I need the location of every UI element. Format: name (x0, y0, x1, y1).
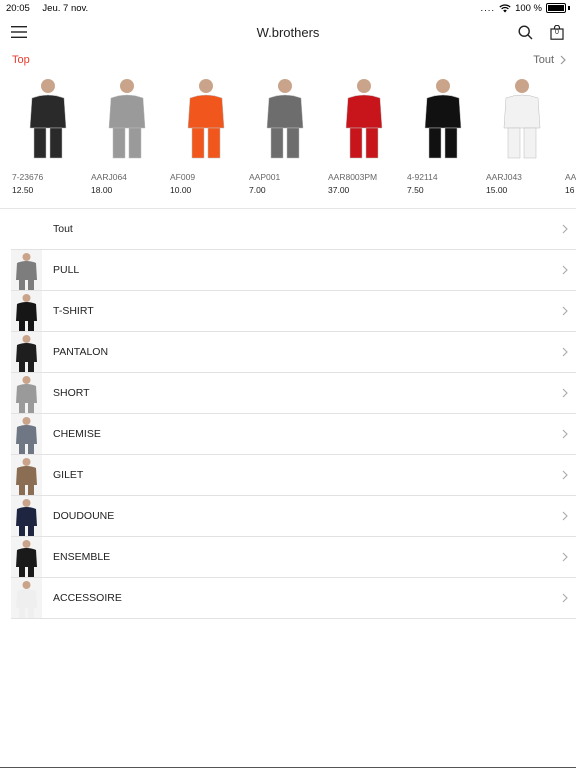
product-image (565, 72, 576, 166)
product-card[interactable]: AARJ043 15.00 (486, 72, 559, 195)
product-image (486, 72, 557, 166)
category-row[interactable]: SHORT (11, 373, 576, 414)
product-image (328, 72, 399, 166)
category-thumbnail (11, 414, 42, 454)
product-image (249, 72, 320, 166)
top-see-all-link[interactable]: Tout (533, 54, 566, 66)
product-price: 16 (565, 185, 575, 195)
cart-count: 0 (555, 29, 559, 36)
category-label: GILET (53, 469, 84, 481)
chevron-right-icon (562, 593, 568, 603)
category-label: SHORT (53, 387, 90, 399)
category-thumbnail (11, 332, 42, 372)
product-image (407, 72, 478, 166)
top-section-label: Top (12, 54, 30, 66)
product-code: AAP001 (249, 172, 281, 182)
battery-icon (546, 3, 566, 13)
product-code: AAR8003PM (328, 172, 378, 182)
signal-dots-icon: .... (480, 2, 496, 14)
category-thumbnail (11, 537, 42, 577)
status-bar: 20:05 Jeu. 7 nov. .... 100 % (0, 0, 576, 16)
product-price: 15.00 (486, 185, 508, 195)
product-card[interactable]: AA 16 (565, 72, 576, 195)
category-thumbnail (11, 250, 42, 290)
product-image (91, 72, 162, 166)
category-thumbnail (11, 496, 42, 536)
category-thumbnail (11, 291, 42, 331)
category-row[interactable]: T-SHIRT (11, 291, 576, 332)
product-price: 37.00 (328, 185, 350, 195)
chevron-right-icon (562, 552, 568, 562)
top-products-carousel[interactable]: 7-23676 12.50 AARJ064 18.00 AF009 10.00 AAP001… (0, 72, 576, 198)
category-label: ENSEMBLE (53, 551, 111, 563)
category-label: PULL (53, 264, 80, 276)
product-code: AARJ043 (486, 172, 522, 182)
product-code: AARJ064 (91, 172, 127, 182)
category-row[interactable]: DOUDOUNE (11, 496, 576, 537)
product-code: AA (565, 172, 576, 182)
status-right: .... 100 % (480, 2, 570, 14)
chevron-right-icon (562, 265, 568, 275)
category-label: PANTALON (53, 346, 109, 358)
product-card[interactable]: AAP001 7.00 (249, 72, 322, 195)
category-row[interactable]: Tout (11, 209, 576, 250)
category-row[interactable]: GILET (11, 455, 576, 496)
product-price: 12.50 (12, 185, 34, 195)
category-label: T-SHIRT (53, 305, 94, 317)
nav-actions: 0 (516, 23, 566, 41)
category-thumbnail (11, 373, 42, 413)
hamburger-icon[interactable] (10, 23, 28, 41)
chevron-right-icon (562, 388, 568, 398)
chevron-right-icon (562, 470, 568, 480)
chevron-right-icon (562, 224, 568, 234)
chevron-right-icon (562, 347, 568, 357)
product-card[interactable]: AAR8003PM 37.00 (328, 72, 401, 195)
chevron-right-icon (562, 429, 568, 439)
category-label: Tout (53, 223, 73, 235)
wifi-icon (499, 3, 511, 12)
product-price: 10.00 (170, 185, 192, 195)
nav-bar: W.brothers 0 (0, 16, 576, 48)
shopping-bag-icon[interactable]: 0 (548, 23, 566, 41)
category-row[interactable]: PULL (11, 250, 576, 291)
product-image (170, 72, 241, 166)
category-row[interactable]: ACCESSOIRE (11, 578, 576, 619)
product-card[interactable]: AF009 10.00 (170, 72, 243, 195)
category-row[interactable]: CHEMISE (11, 414, 576, 455)
product-code: 4-92114 (407, 172, 438, 182)
battery-tip (568, 6, 570, 10)
top-section-header: Top Tout (0, 48, 576, 72)
product-code: 7-23676 (12, 172, 44, 182)
status-left: 20:05 Jeu. 7 nov. (6, 3, 98, 14)
category-row[interactable]: ENSEMBLE (11, 537, 576, 578)
battery-percent: 100 % (515, 2, 542, 14)
chevron-right-icon (560, 55, 566, 65)
chevron-right-icon (562, 306, 568, 316)
category-list: Tout PULL T-SHIRT PANTALON SHORT CHEMISE GILET… (11, 209, 576, 619)
category-thumbnail (11, 209, 42, 249)
product-card[interactable]: 4-92114 7.50 (407, 72, 480, 195)
search-icon[interactable] (516, 23, 534, 41)
see-all-label: Tout (533, 54, 554, 66)
product-price: 18.00 (91, 185, 113, 195)
category-thumbnail (11, 578, 42, 618)
product-price: 7.50 (407, 185, 424, 195)
product-price: 7.00 (249, 185, 266, 195)
category-label: CHEMISE (53, 428, 101, 440)
status-date: Jeu. 7 nov. (42, 2, 89, 14)
product-card[interactable]: 7-23676 12.50 (12, 72, 85, 195)
category-row[interactable]: PANTALON (11, 332, 576, 373)
product-card[interactable]: AARJ064 18.00 (91, 72, 164, 195)
status-time: 20:05 (6, 2, 30, 14)
product-code: AF009 (170, 172, 196, 182)
category-label: DOUDOUNE (53, 510, 115, 522)
product-image (12, 72, 83, 166)
category-label: ACCESSOIRE (53, 592, 122, 604)
chevron-right-icon (562, 511, 568, 521)
page-title: W.brothers (256, 24, 320, 40)
category-thumbnail (11, 455, 42, 495)
